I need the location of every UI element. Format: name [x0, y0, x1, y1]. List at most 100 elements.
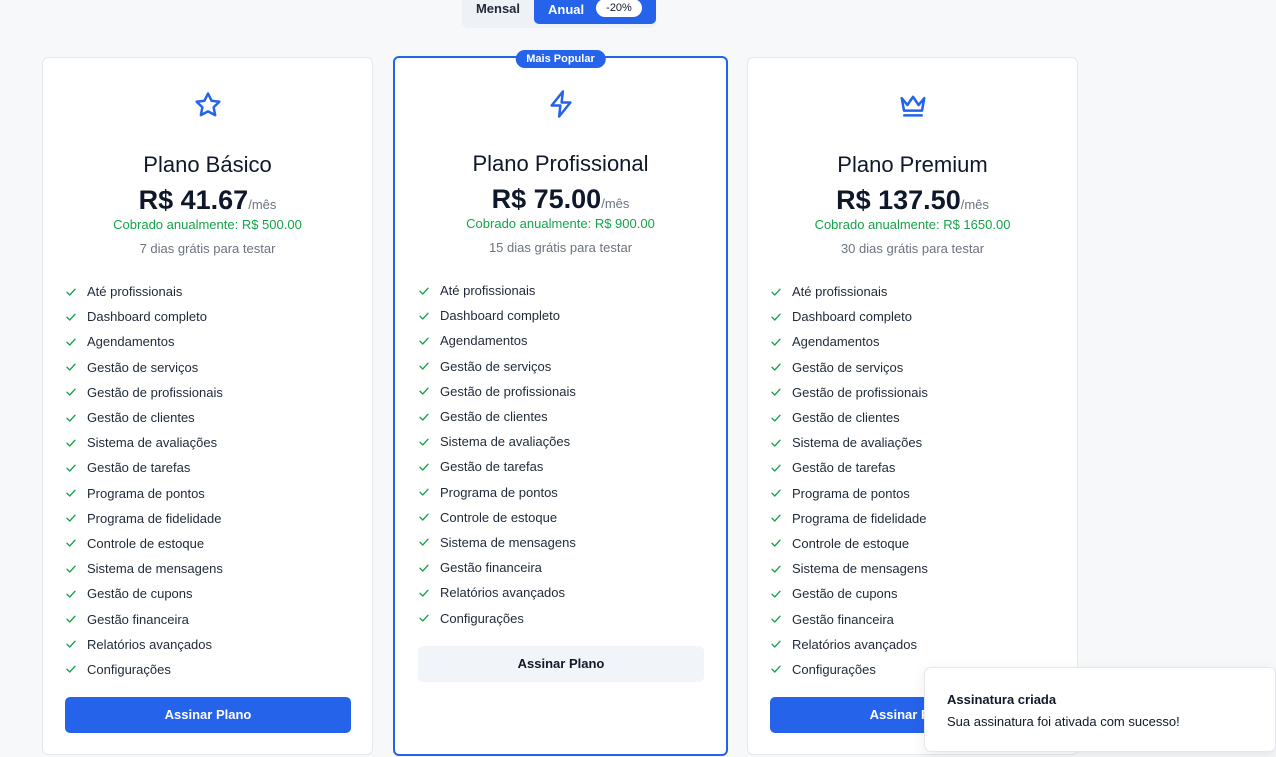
feature-item: Gestão financeira: [770, 606, 928, 631]
feature-label: Gestão de tarefas: [440, 459, 544, 475]
check-icon: [66, 514, 76, 522]
feature-label: Sistema de avaliações: [792, 435, 923, 451]
check-icon: [66, 565, 76, 573]
feature-label: Controle de estoque: [87, 535, 205, 551]
billed-annually-note: Cobrado anualmente: R$ 900.00: [466, 216, 655, 231]
feature-item: Sistema de avaliações: [770, 430, 928, 455]
feature-label: Sistema de avaliações: [87, 435, 218, 451]
plan-name: Plano Profissional: [472, 151, 649, 176]
feature-item: Agendamentos: [770, 329, 928, 354]
check-icon: [66, 489, 76, 497]
check-icon: [419, 387, 429, 395]
check-icon: [66, 388, 76, 396]
feature-label: Relatórios avançados: [792, 636, 918, 652]
feature-label: Até profissionais: [792, 284, 888, 300]
feature-label: Gestão de tarefas: [792, 460, 896, 476]
feature-label: Sistema de mensagens: [792, 561, 928, 577]
check-icon: [66, 540, 76, 548]
feature-item: Gestão de clientes: [770, 405, 928, 430]
feature-item: Gestão de cupons: [770, 581, 928, 606]
toast-description: Sua assinatura foi ativada com sucesso!: [947, 714, 1180, 729]
plan-card-basic: Plano Básico R$ 41.67/mês Cobrado anualm…: [42, 57, 373, 755]
billed-annually-note: Cobrado anualmente: R$ 1650.00: [814, 217, 1011, 232]
feature-item: Até profissionais: [418, 278, 576, 303]
check-icon: [66, 439, 76, 447]
check-icon: [771, 464, 781, 472]
feature-item: Gestão financeira: [65, 606, 223, 631]
feature-item: Programa de pontos: [770, 481, 928, 506]
check-icon: [66, 313, 76, 321]
annual-option[interactable]: Anual -20%: [534, 0, 656, 24]
feature-label: Sistema de avaliações: [440, 434, 571, 450]
feature-label: Gestão de cupons: [792, 586, 898, 602]
check-icon: [419, 614, 429, 622]
feature-item: Sistema de mensagens: [65, 556, 223, 581]
feature-item: Gestão de cupons: [65, 581, 223, 606]
subscribe-button[interactable]: Assinar Plano: [418, 646, 704, 682]
feature-label: Configurações: [440, 610, 524, 626]
feature-label: Agendamentos: [440, 333, 528, 349]
feature-label: Gestão financeira: [440, 560, 542, 576]
feature-item: Sistema de mensagens: [418, 530, 576, 555]
price-period: /mês: [601, 196, 630, 211]
feature-label: Gestão de tarefas: [87, 460, 191, 476]
subscribe-button[interactable]: Assinar Plano: [65, 697, 351, 733]
check-icon: [771, 288, 781, 296]
check-icon: [419, 362, 429, 370]
feature-label: Agendamentos: [87, 334, 175, 350]
check-icon: [771, 338, 781, 346]
feature-item: Controle de estoque: [418, 505, 576, 530]
check-icon: [771, 388, 781, 396]
feature-label: Gestão de profissionais: [440, 383, 576, 399]
feature-item: Configurações: [418, 605, 576, 630]
check-icon: [66, 464, 76, 472]
check-icon: [419, 463, 429, 471]
check-icon: [771, 439, 781, 447]
feature-item: Programa de fidelidade: [770, 506, 928, 531]
feature-item: Dashboard completo: [770, 304, 928, 329]
star-icon: [193, 90, 223, 120]
check-icon: [419, 488, 429, 496]
feature-list: Até profissionais Dashboard completo Age…: [770, 279, 928, 682]
annual-label: Anual: [548, 2, 585, 17]
check-icon: [66, 615, 76, 623]
feature-label: Dashboard completo: [440, 308, 560, 324]
plan-card-professional: Mais Popular Plano Profissional R$ 75.00…: [393, 50, 728, 756]
trial-note: 15 dias grátis para testar: [488, 240, 633, 255]
feature-item: Relatórios avançados: [65, 632, 223, 657]
feature-item: Dashboard completo: [65, 304, 223, 329]
feature-label: Programa de pontos: [792, 485, 910, 501]
feature-item: Gestão de profissionais: [770, 380, 928, 405]
feature-item: Gestão de tarefas: [65, 455, 223, 480]
feature-label: Configurações: [87, 661, 171, 677]
check-icon: [771, 489, 781, 497]
most-popular-badge: Mais Popular: [515, 50, 606, 68]
feature-label: Gestão de cupons: [87, 586, 193, 602]
plan-name: Plano Básico: [143, 152, 272, 177]
check-icon: [419, 312, 429, 320]
feature-item: Gestão de tarefas: [770, 455, 928, 480]
price-row: R$ 75.00/mês: [395, 184, 726, 215]
check-icon: [771, 514, 781, 522]
feature-label: Controle de estoque: [440, 509, 558, 525]
check-icon: [771, 640, 781, 648]
check-icon: [66, 590, 76, 598]
feature-item: Configurações: [770, 657, 928, 682]
feature-item: Sistema de avaliações: [418, 429, 576, 454]
feature-item: Programa de pontos: [418, 480, 576, 505]
plan-price: R$ 41.67: [138, 185, 249, 215]
price-row: R$ 137.50/mês: [748, 185, 1077, 216]
monthly-option[interactable]: Mensal: [462, 0, 534, 24]
feature-item: Até profissionais: [770, 279, 928, 304]
check-icon: [66, 666, 76, 674]
trial-note: 30 dias grátis para testar: [840, 241, 985, 256]
toast-notification[interactable]: Assinatura criada Sua assinatura foi ati…: [924, 667, 1276, 752]
check-icon: [771, 666, 781, 674]
check-icon: [419, 337, 429, 345]
lightning-icon: [546, 89, 576, 119]
feature-label: Gestão de clientes: [87, 410, 195, 426]
check-icon: [66, 640, 76, 648]
feature-label: Programa de pontos: [440, 484, 558, 500]
feature-item: Gestão de profissionais: [65, 380, 223, 405]
feature-label: Agendamentos: [792, 334, 880, 350]
